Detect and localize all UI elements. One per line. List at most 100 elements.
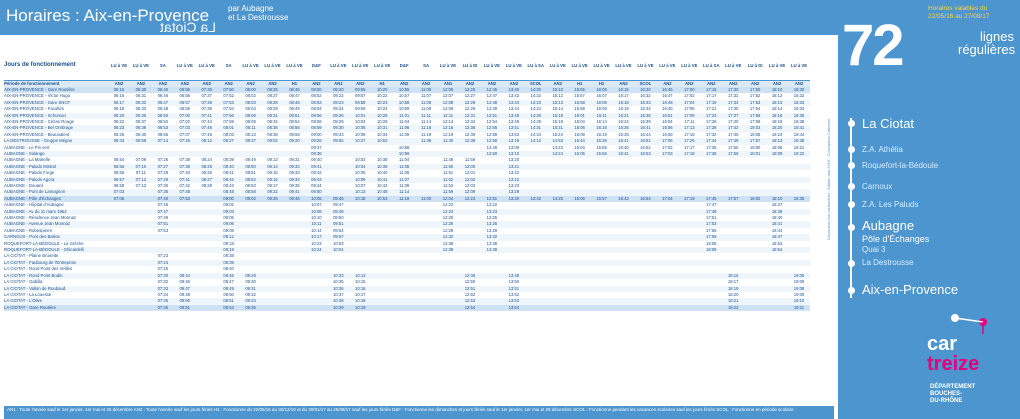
route-spine bbox=[850, 118, 852, 298]
day-code: LU à VE bbox=[634, 52, 657, 81]
day-code: D&F bbox=[305, 52, 328, 81]
departure-time: 10:39 bbox=[327, 304, 350, 312]
stop-dot bbox=[848, 201, 855, 208]
departure-time bbox=[108, 304, 130, 312]
departure-time bbox=[700, 304, 723, 312]
day-code: LU à VE bbox=[502, 52, 525, 81]
departure-time bbox=[129, 304, 152, 312]
period-code: AN2 bbox=[766, 80, 789, 87]
stop-quai: Quai 3 bbox=[862, 245, 886, 254]
day-code: LU à VE bbox=[173, 52, 196, 81]
route-via: par Aubagne et La Destrousse bbox=[228, 4, 288, 22]
stop-dot bbox=[848, 146, 855, 153]
period-code: H1 bbox=[590, 80, 613, 87]
cartreize-logo: car treize bbox=[927, 314, 987, 374]
day-code: LU à VE bbox=[108, 52, 130, 81]
period-code: AN2 bbox=[415, 80, 438, 87]
stop-dot bbox=[848, 120, 855, 127]
period-code: AN1 bbox=[327, 80, 350, 87]
departure-time bbox=[766, 304, 789, 312]
day-code: SA bbox=[151, 52, 174, 81]
day-code: LU à DI bbox=[744, 52, 767, 81]
period-code: AN2 bbox=[459, 80, 481, 87]
line-type-2: régulières bbox=[958, 42, 1016, 57]
day-code: LU à VE bbox=[788, 52, 810, 81]
departure-time: 12:54 bbox=[459, 304, 481, 312]
dept-line-2: BOUCHES- bbox=[930, 391, 963, 397]
stop-carnoux: Carnoux bbox=[862, 182, 893, 191]
period-code: AN2 bbox=[700, 80, 723, 87]
stop-dot bbox=[848, 287, 855, 294]
departure-time: 08:53 bbox=[217, 304, 240, 312]
dept-line-1: DÉPARTEMENT bbox=[930, 384, 976, 390]
line-type: lignes régulières bbox=[958, 30, 1016, 57]
day-code: LU à VE bbox=[590, 52, 613, 81]
stop-za-paluds: Z.A. Les Paluds bbox=[862, 200, 919, 209]
timetable: Jours de fonctionnement LU à VE LU à VE SA… bbox=[4, 52, 810, 312]
departure-time bbox=[656, 304, 679, 312]
day-code: LU à SA bbox=[700, 52, 723, 81]
validity-notice: Horaires valables du 22/05/16 au 27/08/1… bbox=[928, 5, 989, 21]
period-code: AN1 bbox=[437, 80, 459, 87]
period-code: SCOL bbox=[634, 80, 657, 87]
line-number: 72 bbox=[842, 13, 904, 78]
days-label: Jours de fonctionnement bbox=[4, 52, 108, 81]
period-code: AN2 bbox=[217, 80, 240, 87]
period-code: AN2 bbox=[393, 80, 416, 87]
departure-time bbox=[590, 304, 613, 312]
departure-time: 18:22 bbox=[722, 304, 745, 312]
day-code: SA bbox=[217, 52, 240, 81]
logo-car: car bbox=[927, 333, 957, 355]
departure-time bbox=[261, 304, 284, 312]
departure-time bbox=[568, 304, 591, 312]
period-code: AN2 bbox=[108, 80, 130, 87]
validity-line-2: 22/05/16 au 27/08/17 bbox=[928, 13, 990, 20]
period-code: AN2 bbox=[502, 80, 525, 87]
days-header-row: Jours de fonctionnement LU à VE LU à VE SA… bbox=[4, 52, 810, 81]
period-code: AN2 bbox=[151, 80, 174, 87]
stop-za-athelia: Z.A. Athélia bbox=[862, 145, 903, 154]
period-code: AN2 bbox=[678, 80, 701, 87]
day-code: LU à VE bbox=[437, 52, 459, 81]
day-code: LU à VE bbox=[283, 52, 306, 81]
day-code: LU à VE bbox=[766, 52, 789, 81]
departure-time bbox=[678, 304, 701, 312]
departure-time bbox=[744, 304, 767, 312]
departure-time bbox=[415, 304, 438, 312]
period-row: Période de fonctionnement AN2 AN2 AN2 AN2 AN… bbox=[4, 80, 810, 87]
day-code: LU à VE bbox=[678, 52, 701, 81]
day-code: LU à VE bbox=[195, 52, 218, 81]
departure-time bbox=[480, 304, 503, 312]
stop-dot bbox=[848, 224, 855, 231]
departure-time bbox=[195, 304, 218, 312]
day-code: D&F bbox=[393, 52, 416, 81]
day-code: LU à VE bbox=[568, 52, 591, 81]
day-code: LU à VE bbox=[612, 52, 635, 81]
day-code: LU à VE bbox=[261, 52, 284, 81]
logo-treize: treize bbox=[927, 353, 979, 374]
table-row: LA CIOTAT - Gare Routière 07:36 09:51 08:53… bbox=[4, 304, 810, 312]
stop-dot bbox=[848, 183, 855, 190]
departure-time: 09:35 bbox=[239, 304, 262, 312]
departure-time bbox=[546, 304, 569, 312]
departure-time bbox=[305, 304, 328, 312]
departure-time bbox=[634, 304, 657, 312]
departure-time: 10:19 bbox=[349, 304, 372, 312]
stop-dot bbox=[848, 260, 855, 267]
day-code: LU à VE bbox=[129, 52, 152, 81]
departure-time bbox=[437, 304, 459, 312]
day-code: LU à VE bbox=[239, 52, 262, 81]
day-code: LU à VE bbox=[327, 52, 350, 81]
period-code: AN2 bbox=[480, 80, 503, 87]
departure-time bbox=[612, 304, 635, 312]
period-code: AN2 bbox=[788, 80, 810, 87]
day-code: LU à DI bbox=[459, 52, 481, 81]
departure-time: 09:51 bbox=[173, 304, 196, 312]
departure-time bbox=[371, 304, 394, 312]
day-code: LU à SA bbox=[524, 52, 547, 81]
departure-time: 19:11 bbox=[788, 304, 810, 312]
day-code: SA bbox=[415, 52, 438, 81]
departure-time bbox=[393, 304, 416, 312]
period-code: AN2 bbox=[129, 80, 152, 87]
day-code: LU à VE bbox=[546, 52, 569, 81]
